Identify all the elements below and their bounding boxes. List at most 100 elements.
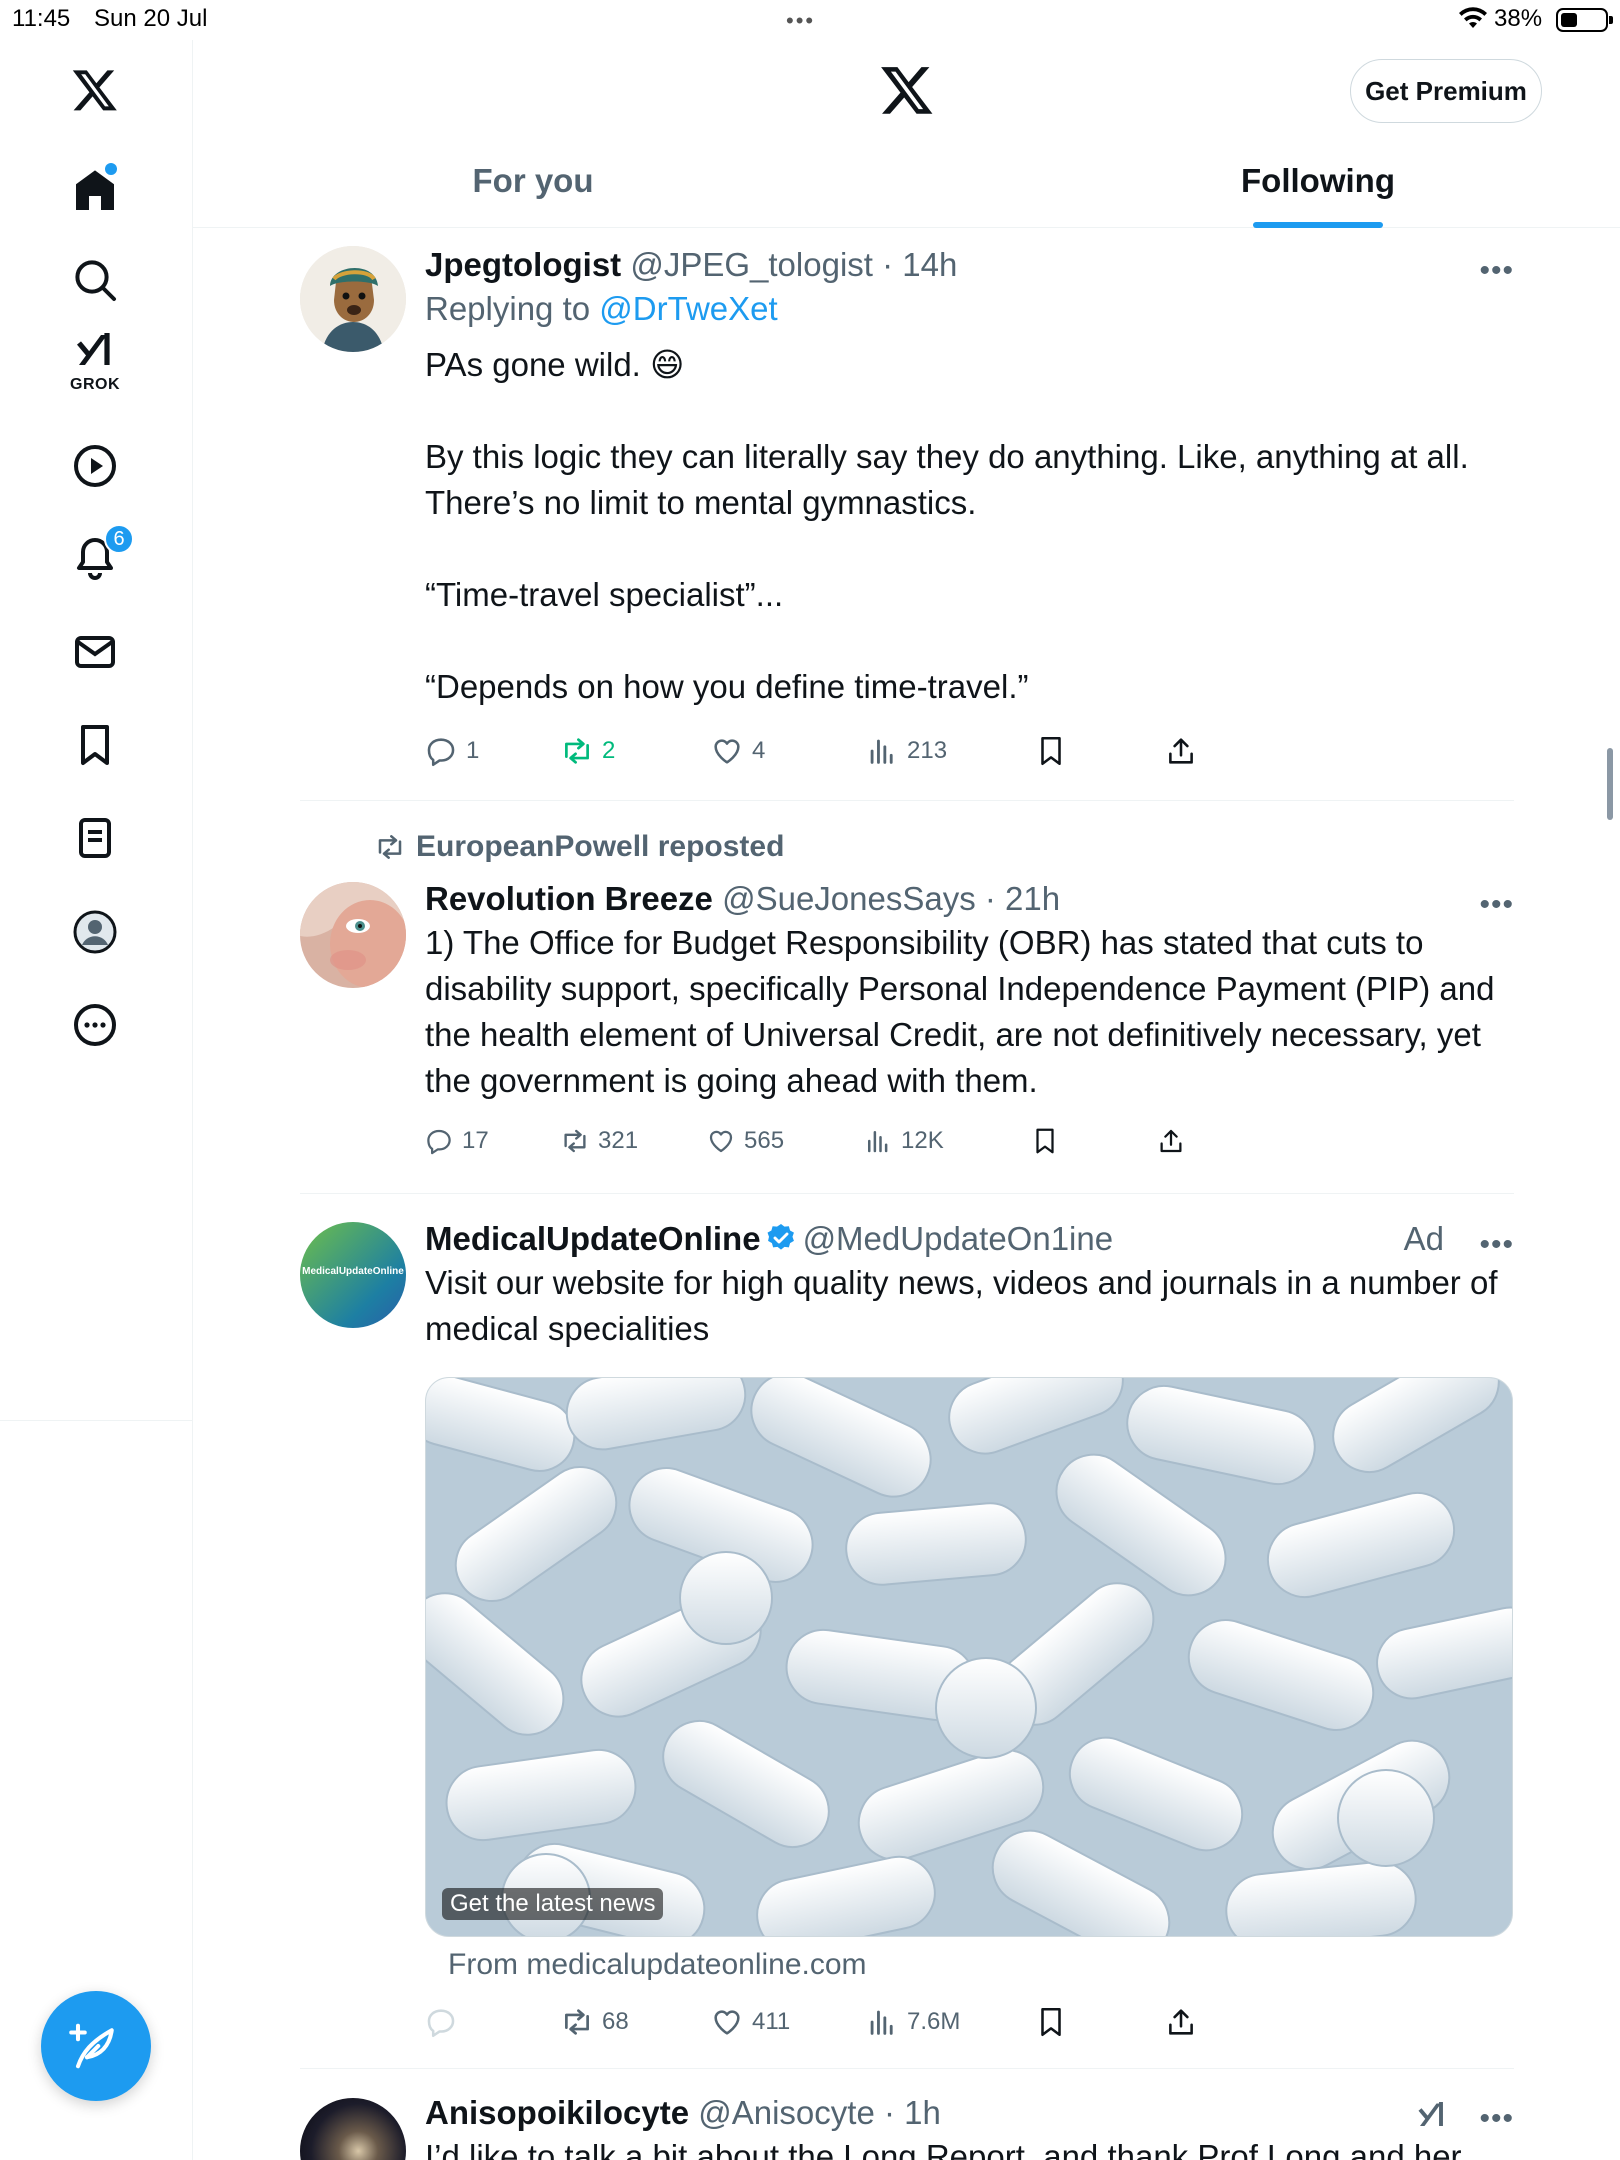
tweet-text: I’d like to talk a bit about the Long Re… (425, 2138, 1462, 2160)
x-logo-icon[interactable] (879, 62, 935, 118)
repost-count: 321 (598, 1127, 639, 1154)
tweet-revolution-breeze[interactable]: Revolution Breeze @SueJonesSays · 21h ••… (300, 880, 1514, 1180)
reply-count: 17 (462, 1127, 489, 1154)
tweet-promoted-medicalupdateonline[interactable]: MedicalUpdateOnline MedicalUpdateOnline @… (300, 1220, 1514, 2050)
share-button[interactable] (1164, 2005, 1198, 2039)
x-logo-icon[interactable] (55, 50, 135, 130)
sidebar-item-more[interactable] (55, 985, 135, 1065)
tweet-jpegtologist[interactable]: Jpegtologist @JPEG_tologist · 14h ••• Re… (300, 246, 1514, 786)
sidebar-item-videos[interactable] (55, 426, 135, 506)
tweet-anisopoikilocyte[interactable]: Anisopoikilocyte @Anisocyte · 1h ••• I’d… (300, 2094, 1514, 2160)
sidebar-item-grok[interactable]: GROK (55, 320, 135, 400)
grok-icon (77, 333, 110, 365)
repost-button[interactable]: 68 (560, 2005, 629, 2039)
tweet-time[interactable]: · 1h (884, 2094, 941, 2131)
reply-button[interactable]: 1 (424, 734, 479, 768)
repost-count: 68 (602, 2008, 629, 2035)
bookmark-button[interactable] (1034, 734, 1068, 768)
sidebar-item-notifications[interactable]: 6 (55, 518, 135, 598)
status-date: Sun 20 Jul (94, 5, 208, 32)
tweet-time[interactable]: · 21h (985, 880, 1060, 917)
grok-icon[interactable] (1414, 2096, 1450, 2132)
avatar[interactable] (300, 246, 406, 352)
mail-icon (75, 636, 115, 668)
view-count: 213 (907, 737, 948, 764)
sidebar-item-lists[interactable] (55, 798, 135, 878)
tweet-text: 1) The Office for Budget Responsibility … (425, 924, 1495, 1099)
sidebar-item-home[interactable] (55, 151, 135, 231)
reply-button[interactable]: 17 (424, 1126, 489, 1156)
repost-button[interactable]: 2 (560, 734, 615, 768)
tweet-text: PAs gone wild. 😄 By this logic they can … (425, 342, 1514, 710)
author-name[interactable]: Jpegtologist (425, 246, 621, 283)
share-button[interactable] (1156, 1126, 1186, 1156)
bookmark-icon (81, 725, 109, 765)
bookmark-button[interactable] (1034, 2005, 1068, 2039)
tweet-time[interactable]: · 14h (882, 246, 957, 283)
repost-icon (378, 835, 402, 859)
like-button[interactable]: 565 (706, 1126, 784, 1156)
views-button[interactable]: 12K (863, 1126, 944, 1156)
views-button[interactable]: 7.6M (865, 2005, 960, 2039)
repost-icon (565, 2009, 589, 2035)
more-options-icon[interactable]: ••• (1479, 888, 1514, 922)
views-icon (870, 739, 893, 764)
repost-button[interactable]: 321 (560, 1126, 638, 1156)
share-button[interactable] (1164, 734, 1198, 768)
author-name[interactable]: Anisopoikilocyte (425, 2094, 689, 2131)
reply-icon (427, 738, 455, 767)
more-options-icon[interactable]: ••• (1479, 1228, 1514, 1262)
author-handle[interactable]: @SueJonesSays (722, 880, 976, 917)
compose-post-button[interactable] (41, 1991, 151, 2101)
repost-context[interactable]: EuropeanPowell reposted (374, 830, 784, 864)
tweet-actions: 17 321 565 12K (420, 1126, 1420, 1166)
reply-to-handle[interactable]: @DrTweXet (599, 290, 777, 327)
share-icon (1169, 2009, 1193, 2035)
more-options-icon[interactable]: ••• (1479, 254, 1514, 288)
author-handle[interactable]: @MedUpdateOn1ine (803, 1220, 1114, 1257)
avatar[interactable] (300, 2098, 406, 2160)
get-premium-button[interactable]: Get Premium (1350, 59, 1542, 123)
author-handle[interactable]: @JPEG_tologist (630, 246, 873, 283)
tweet-header: Jpegtologist @JPEG_tologist · 14h (425, 246, 1514, 284)
tweet-paragraph: PAs gone wild. 😄 (425, 346, 685, 383)
reply-icon (427, 1129, 451, 1155)
notifications-badge: 6 (104, 524, 134, 554)
ad-label: Ad (1403, 1220, 1444, 1257)
tweet-divider (300, 1193, 1514, 1194)
more-circle-icon (74, 1004, 116, 1046)
tweet-header: Revolution Breeze @SueJonesSays · 21h (425, 880, 1514, 918)
sidebar-nav: GROK 6 (0, 40, 193, 1420)
repost-icon (564, 1129, 586, 1153)
avatar[interactable]: MedicalUpdateOnline (300, 1222, 406, 1328)
sidebar-item-bookmarks[interactable] (55, 705, 135, 785)
avatar[interactable] (300, 882, 406, 988)
status-bar: 11:45 Sun 20 Jul ••• 38% (0, 0, 1620, 40)
reply-button[interactable] (424, 2005, 458, 2039)
profile-avatar-icon (73, 910, 117, 954)
media-caption: Get the latest news (442, 1888, 664, 1920)
bookmark-button[interactable] (1030, 1126, 1060, 1156)
tab-following[interactable]: Following (1153, 140, 1483, 228)
reply-count: 1 (466, 737, 480, 764)
like-button[interactable]: 411 (710, 2005, 790, 2039)
sidebar-item-explore[interactable] (55, 240, 135, 320)
sidebar-item-messages[interactable] (55, 612, 135, 692)
ad-media-image[interactable]: Get the latest news (425, 1377, 1513, 1937)
tweet-actions: 68 411 7.6M (420, 2005, 1420, 2045)
author-name[interactable]: Revolution Breeze (425, 880, 713, 917)
views-button[interactable]: 213 (865, 734, 947, 768)
like-button[interactable]: 4 (710, 734, 765, 768)
multitasking-dots-icon[interactable]: ••• (786, 8, 815, 34)
author-handle[interactable]: @Anisocyte (698, 2094, 875, 2131)
more-options-icon[interactable]: ••• (1479, 2102, 1514, 2136)
repost-count: 2 (602, 737, 616, 764)
sidebar-divider (0, 1420, 193, 1421)
ad-source-link[interactable]: From medicalupdateonline.com (448, 1948, 867, 1982)
like-count: 4 (752, 737, 766, 764)
sidebar-item-profile[interactable] (55, 892, 135, 972)
scrollbar-thumb[interactable] (1607, 748, 1613, 820)
home-unread-dot (105, 163, 117, 175)
tab-for-you[interactable]: For you (383, 140, 683, 228)
author-name[interactable]: MedicalUpdateOnline (425, 1220, 761, 1257)
